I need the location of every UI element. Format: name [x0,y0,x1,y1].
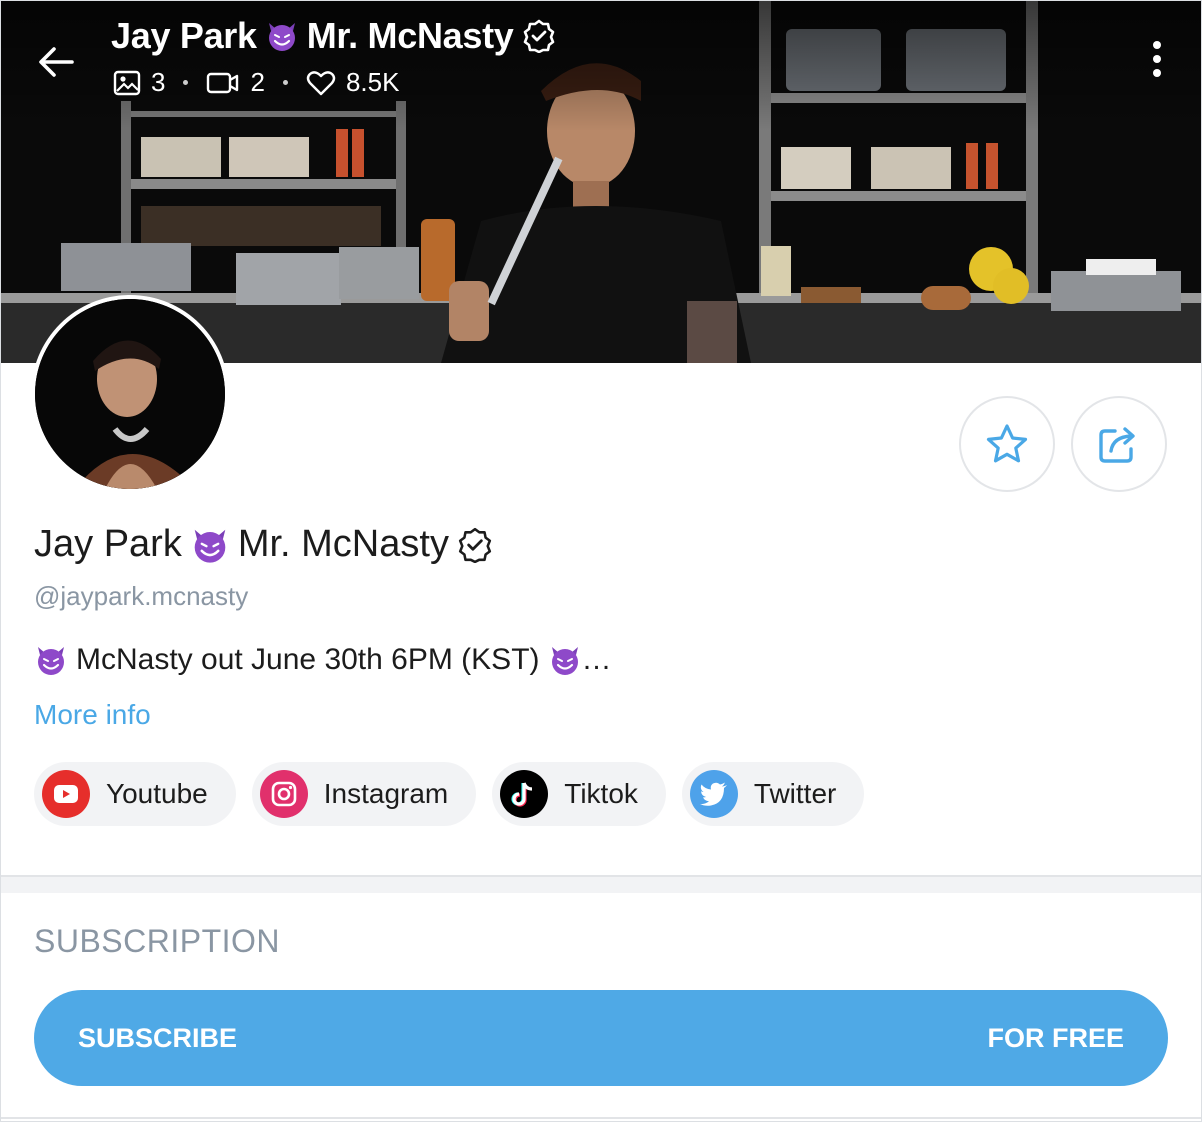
bottom-divider [1,1117,1201,1119]
section-divider [1,875,1201,893]
star-icon [986,424,1028,463]
subscribe-label: SUBSCRIBE [78,1022,238,1053]
stat-separator [282,80,288,85]
twitter-label: Twitter [753,778,837,809]
twitter-icon [689,770,738,818]
image-icon [113,70,141,95]
share-icon [1099,427,1135,463]
share-button[interactable] [1071,396,1167,492]
avatar-portrait-image [35,299,225,489]
profile-alias-text: Mr. McNasty [237,523,449,565]
profile-page: Jay Park Mr. McNasty 3 2 8.5K Jay Park M… [0,0,1202,1122]
smiling-devil-emoji-icon [194,529,226,563]
subscription-heading: SUBSCRIPTION [34,923,281,959]
instagram-link[interactable]: Instagram [251,762,477,826]
header-title: Jay Park Mr. McNasty [111,15,556,57]
bio-text: McNasty out June 30th 6PM (KST) [76,643,540,676]
more-dot [1153,69,1161,77]
header-stats: 3 2 8.5K [113,67,399,98]
more-info-link[interactable]: More info [34,699,151,731]
youtube-label: Youtube [106,778,208,809]
photos-count: 3 [151,67,166,97]
instagram-icon [259,770,308,818]
video-icon [207,72,239,93]
tiktok-label: Tiktok [564,778,638,809]
videos-count: 2 [250,67,265,97]
verified-badge-icon [523,19,554,53]
profile-name-text: Jay Park [34,523,182,565]
youtube-link[interactable]: Youtube [34,762,236,826]
smiling-devil-emoji-icon [38,647,64,675]
youtube-icon [42,770,90,818]
avatar[interactable] [31,295,229,493]
instagram-label: Instagram [323,778,449,809]
photos-stat: 3 [113,67,165,98]
social-links: Youtube Instagram Tiktok Twitter [34,762,865,826]
avatar-image [35,299,225,489]
profile-handle: @jaypark.mcnasty [34,581,249,611]
bio-ellipsis: … [581,643,612,676]
heart-icon [306,70,336,95]
profile-bio: McNasty out June 30th 6PM (KST) … [34,643,612,677]
more-options-button[interactable] [1137,37,1177,81]
verified-badge-icon [458,527,492,563]
smiling-devil-emoji-icon [551,647,578,675]
more-dot [1153,41,1161,49]
likes-count: 8.5K [345,67,400,97]
smiling-devil-emoji-icon [268,23,295,51]
stat-separator [183,80,189,85]
tiktok-link[interactable]: Tiktok [492,762,666,826]
favorite-button[interactable] [959,396,1055,492]
likes-stat: 8.5K [306,67,400,98]
profile-name: Jay Park Mr. McNasty [34,523,493,566]
twitter-link[interactable]: Twitter [681,762,865,826]
arrow-left-icon [39,47,74,77]
subscribe-button[interactable]: SUBSCRIBE FOR FREE [34,990,1168,1086]
back-button[interactable] [31,37,81,87]
more-dot [1153,55,1161,63]
subscribe-price: FOR FREE [987,1022,1124,1053]
header-alias: Mr. McNasty [306,15,514,56]
videos-stat: 2 [206,67,265,98]
header-name: Jay Park [111,15,257,56]
tiktok-icon [500,770,549,818]
